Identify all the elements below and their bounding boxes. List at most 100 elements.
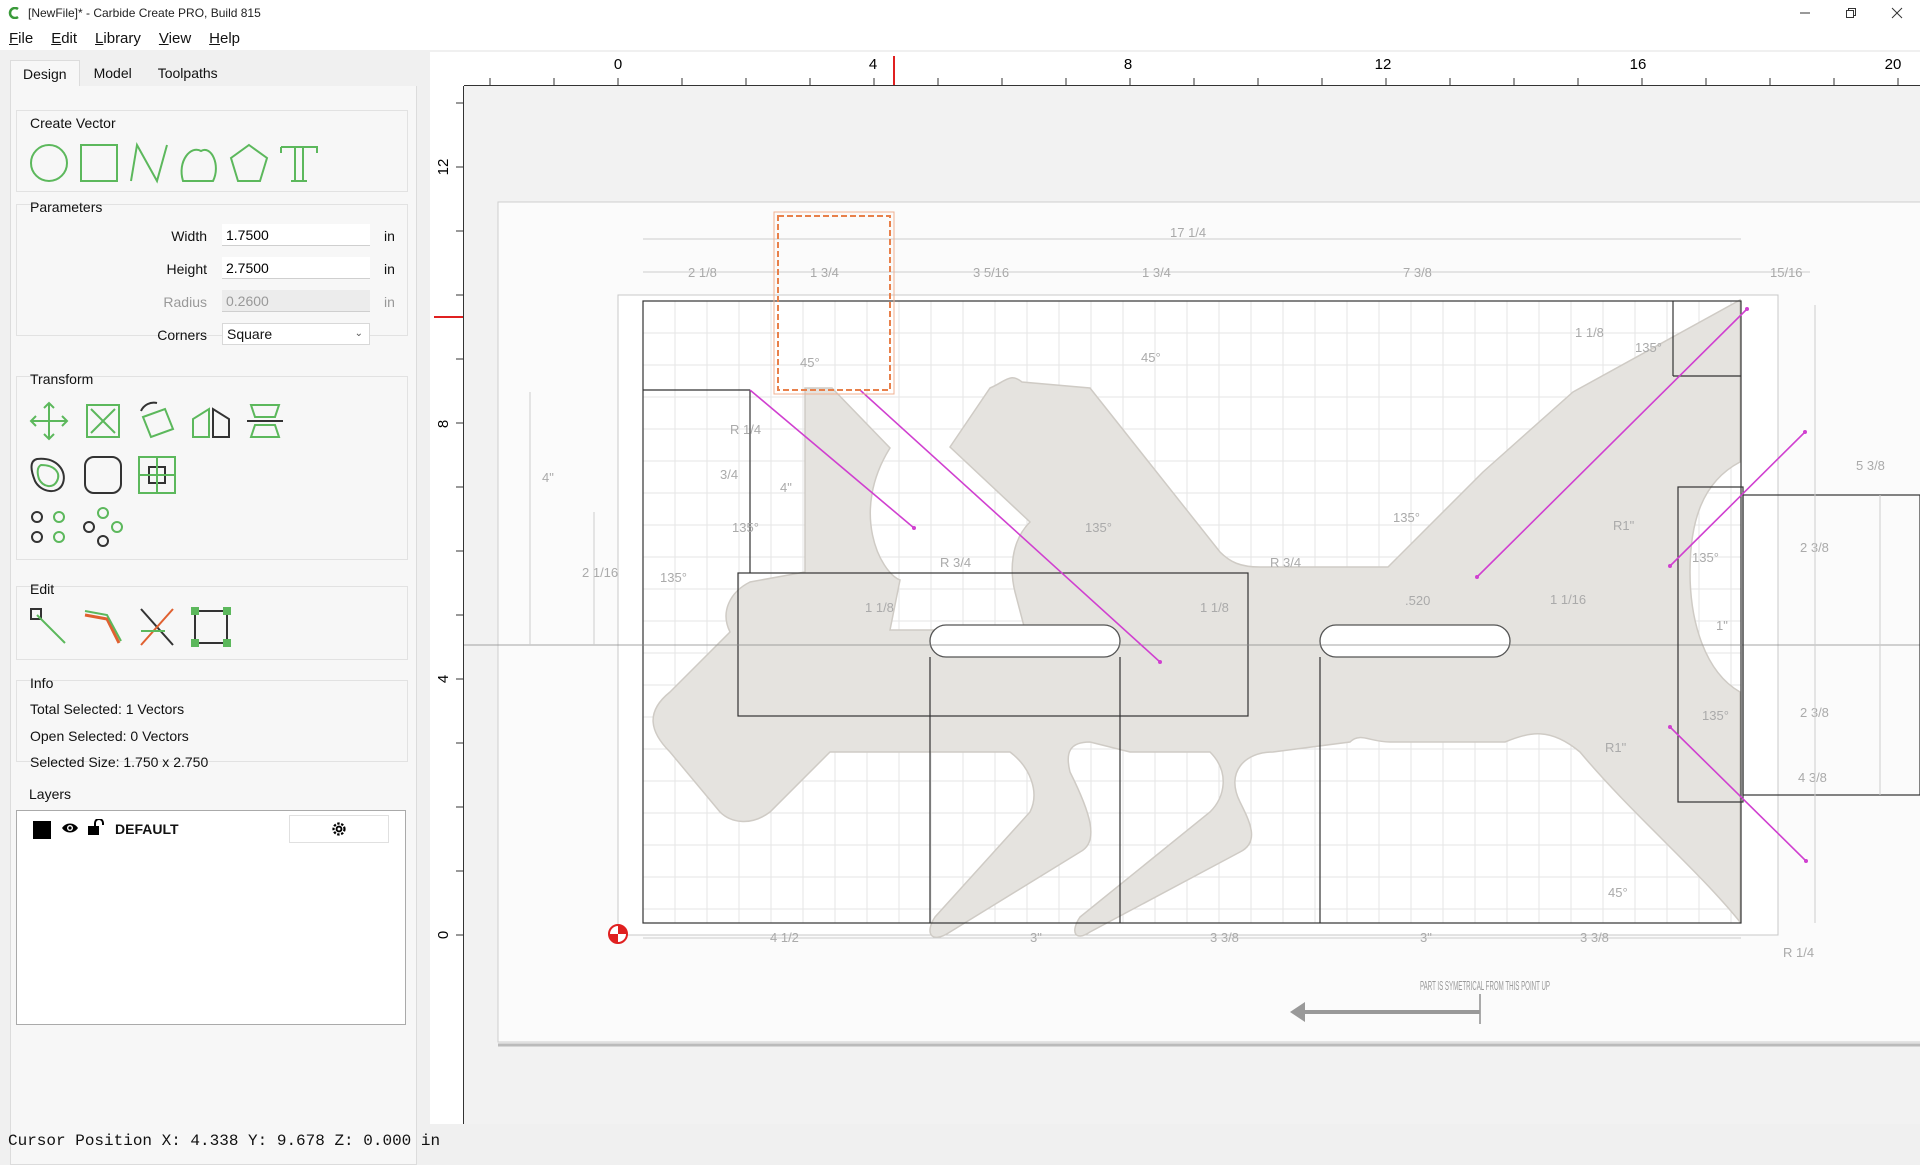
svg-text:3 3/8: 3 3/8 — [1210, 930, 1239, 945]
radius-label: Radius — [163, 294, 207, 310]
eye-icon[interactable] — [61, 821, 79, 840]
trim-icon[interactable] — [135, 605, 179, 649]
svg-text:135°: 135° — [1702, 708, 1729, 723]
radius-input — [222, 290, 370, 312]
svg-text:R1": R1" — [1613, 518, 1635, 533]
svg-text:45°: 45° — [1608, 885, 1628, 900]
fillet-icon[interactable] — [81, 453, 125, 497]
restore-button[interactable] — [1828, 0, 1874, 26]
join-icon[interactable] — [81, 605, 125, 649]
design-panel: Create Vector Parameters Width in Height… — [10, 86, 417, 1165]
polyline-icon[interactable] — [127, 141, 171, 185]
mirror-icon[interactable] — [189, 399, 233, 443]
svg-text:5 3/8: 5 3/8 — [1856, 458, 1885, 473]
cursor-position: Cursor Position X: 4.338 Y: 9.678 Z: 0.0… — [8, 1132, 441, 1150]
svg-text:7 3/8: 7 3/8 — [1403, 265, 1432, 280]
svg-text:1 1/16: 1 1/16 — [1550, 592, 1586, 607]
height-row: Height in — [17, 256, 407, 282]
menu-help[interactable]: Help — [200, 30, 249, 47]
svg-text:45°: 45° — [1141, 350, 1161, 365]
height-unit: in — [384, 261, 395, 277]
curve-icon[interactable] — [177, 141, 221, 185]
svg-text:R 3/4: R 3/4 — [940, 555, 971, 570]
svg-text:1 1/8: 1 1/8 — [1200, 600, 1229, 615]
svg-text:R1": R1" — [1605, 740, 1627, 755]
tab-model[interactable]: Model — [82, 60, 144, 86]
corners-select[interactable]: Square ⌄ — [222, 323, 370, 345]
ruler-left-label: 12 — [435, 159, 452, 176]
total-selected: Total Selected: 1 Vectors — [30, 701, 185, 717]
radius-row: Radius in — [17, 289, 407, 315]
rectangle-icon[interactable] — [77, 141, 121, 185]
width-input[interactable] — [222, 224, 370, 246]
svg-text:1 3/4: 1 3/4 — [810, 265, 839, 280]
ruler-top-label: 4 — [869, 56, 877, 73]
svg-text:3 3/8: 3 3/8 — [1580, 930, 1609, 945]
svg-text:PART IS SYMETRICAL FROM THIS P: PART IS SYMETRICAL FROM THIS POINT UP — [1420, 978, 1550, 993]
info-title: Info — [30, 675, 54, 691]
svg-text:135°: 135° — [1692, 550, 1719, 565]
svg-text:3/4: 3/4 — [720, 467, 738, 482]
status-bar: Cursor Position X: 4.338 Y: 9.678 Z: 0.0… — [0, 1130, 1920, 1152]
origin-icon[interactable] — [608, 924, 628, 944]
scale-icon[interactable] — [81, 399, 125, 443]
radius-unit: in — [384, 294, 395, 310]
layer-row[interactable]: DEFAULT — [17, 813, 403, 843]
rotate-icon[interactable] — [135, 399, 179, 443]
text-icon[interactable] — [277, 141, 321, 185]
chevron-down-icon: ⌄ — [354, 328, 363, 339]
svg-text:R 1/4: R 1/4 — [730, 422, 761, 437]
transform-title: Transform — [30, 371, 94, 387]
background-drawing: 17 1/4 2 1/8 1 3/4 3 5/16 1 3/4 7 3/8 15… — [464, 201, 1920, 1047]
move-icon[interactable] — [27, 399, 71, 443]
align-icon[interactable] — [243, 399, 287, 443]
height-input[interactable] — [222, 257, 370, 279]
slot-right — [1319, 624, 1511, 658]
svg-text:135°: 135° — [1393, 510, 1420, 525]
menu-library[interactable]: Library — [86, 30, 150, 47]
svg-text:17 1/4: 17 1/4 — [1170, 225, 1206, 240]
svg-text:1 3/4: 1 3/4 — [1142, 265, 1171, 280]
create-vector-group: Create Vector — [16, 110, 408, 192]
svg-text:1 1/8: 1 1/8 — [865, 600, 894, 615]
slot-left — [929, 624, 1121, 658]
edit-title: Edit — [30, 581, 55, 597]
offset-icon[interactable] — [27, 453, 71, 497]
svg-text:2 3/8: 2 3/8 — [1800, 705, 1829, 720]
svg-text:3": 3" — [1420, 930, 1432, 945]
array-icon[interactable] — [27, 505, 71, 549]
circular-array-icon[interactable] — [81, 505, 125, 549]
node-edit-icon[interactable] — [27, 605, 71, 649]
svg-text:1 1/8: 1 1/8 — [1575, 325, 1604, 340]
layer-name: DEFAULT — [115, 821, 179, 837]
layer-settings-button[interactable] — [289, 815, 389, 843]
unlock-icon[interactable] — [87, 818, 105, 840]
ruler-top-label: 12 — [1375, 56, 1392, 73]
svg-text:15/16: 15/16 — [1770, 265, 1803, 280]
ruler-left-label: 4 — [435, 675, 452, 683]
design-canvas[interactable]: 0 4 8 12 16 20 12 8 4 0 17 1/4 2 1/8 1 3… — [430, 52, 1920, 1124]
layer-color-swatch[interactable] — [33, 821, 51, 839]
ruler-top-label: 20 — [1885, 56, 1902, 73]
width-label: Width — [171, 228, 207, 244]
info-group: Info Total Selected: 1 Vectors Open Sele… — [16, 675, 408, 770]
svg-text:3 5/16: 3 5/16 — [973, 265, 1009, 280]
tab-toolpaths[interactable]: Toolpaths — [146, 60, 230, 86]
tab-design[interactable]: Design — [10, 60, 80, 87]
bounding-box-icon[interactable] — [189, 605, 233, 649]
left-panel: Design Model Toolpaths Create Vector Par… — [0, 52, 420, 1165]
svg-text:135°: 135° — [660, 570, 687, 585]
menu-view[interactable]: View — [150, 30, 200, 47]
close-button[interactable] — [1874, 0, 1920, 26]
circle-icon[interactable] — [27, 141, 71, 185]
polygon-icon[interactable] — [227, 141, 271, 185]
menu-edit[interactable]: Edit — [42, 30, 86, 47]
ruler-left-label: 0 — [435, 931, 452, 939]
menu-file[interactable]: File — [0, 30, 42, 47]
svg-text:135°: 135° — [1635, 340, 1662, 355]
boolean-icon[interactable] — [135, 453, 179, 497]
ruler-top-label: 0 — [614, 56, 622, 73]
tab-bar: Design Model Toolpaths — [10, 60, 232, 87]
minimize-button[interactable] — [1782, 0, 1828, 26]
transform-group: Transform — [16, 371, 408, 560]
